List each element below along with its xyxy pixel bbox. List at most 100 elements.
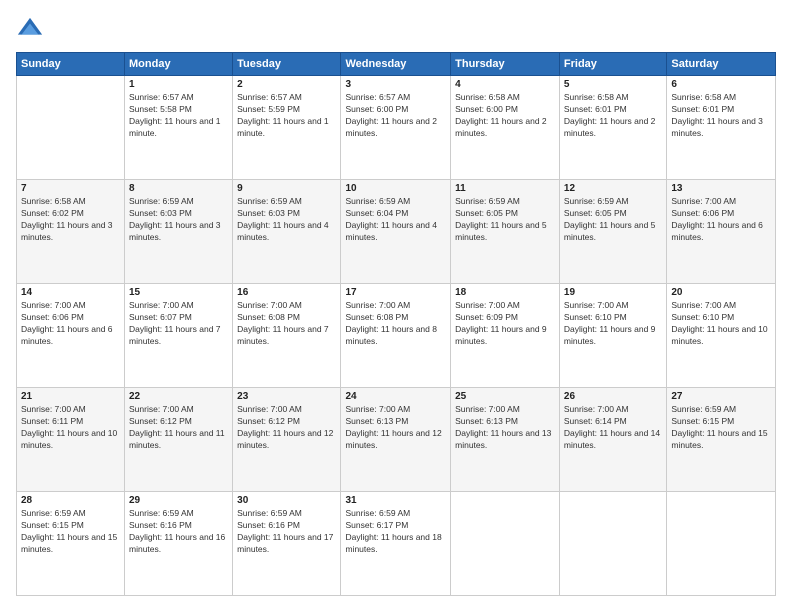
day-number: 19	[564, 287, 662, 298]
day-number: 8	[129, 183, 228, 194]
calendar-cell	[17, 76, 125, 180]
day-info: Sunrise: 7:00 AMSunset: 6:12 PMDaylight:…	[129, 404, 225, 450]
calendar-cell: 10Sunrise: 6:59 AMSunset: 6:04 PMDayligh…	[341, 180, 451, 284]
day-info: Sunrise: 6:58 AMSunset: 6:02 PMDaylight:…	[21, 196, 113, 242]
day-number: 14	[21, 287, 120, 298]
day-info: Sunrise: 7:00 AMSunset: 6:06 PMDaylight:…	[671, 196, 763, 242]
calendar-cell: 27 Sunrise: 6:59 AMSunset: 6:15 PMDayligh…	[667, 388, 776, 492]
calendar-cell: 17 Sunrise: 7:00 AMSunset: 6:08 PMDayligh…	[341, 284, 451, 388]
day-number: 13	[671, 183, 771, 194]
day-info: Sunrise: 7:00 AMSunset: 6:13 PMDaylight:…	[455, 404, 551, 450]
day-number: 2	[237, 79, 336, 90]
day-info: Sunrise: 6:58 AMSunset: 6:00 PMDaylight:…	[455, 92, 547, 138]
day-number: 12	[564, 183, 662, 194]
day-info: Sunrise: 7:00 AMSunset: 6:10 PMDaylight:…	[671, 300, 767, 346]
weekday-header-tuesday: Tuesday	[233, 53, 341, 76]
weekday-header-monday: Monday	[125, 53, 233, 76]
week-row-4: 21Sunrise: 7:00 AMSunset: 6:11 PMDayligh…	[17, 388, 776, 492]
day-info: Sunrise: 7:00 AMSunset: 6:14 PMDaylight:…	[564, 404, 660, 450]
calendar-cell: 16 Sunrise: 7:00 AMSunset: 6:08 PMDayligh…	[233, 284, 341, 388]
day-number: 11	[455, 183, 555, 194]
week-row-5: 28 Sunrise: 6:59 AMSunset: 6:15 PMDayligh…	[17, 492, 776, 596]
logo	[16, 16, 48, 44]
week-row-3: 14 Sunrise: 7:00 AMSunset: 6:06 PMDayligh…	[17, 284, 776, 388]
day-number: 26	[564, 391, 662, 402]
day-number: 4	[455, 79, 555, 90]
calendar-cell	[667, 492, 776, 596]
day-number: 3	[345, 79, 446, 90]
day-number: 18	[455, 287, 555, 298]
day-info: Sunrise: 6:57 AMSunset: 6:00 PMDaylight:…	[345, 92, 437, 138]
calendar-cell: 18Sunrise: 7:00 AMSunset: 6:09 PMDayligh…	[451, 284, 560, 388]
day-number: 21	[21, 391, 120, 402]
calendar-cell: 7 Sunrise: 6:58 AMSunset: 6:02 PMDaylight…	[17, 180, 125, 284]
day-number: 5	[564, 79, 662, 90]
day-number: 23	[237, 391, 336, 402]
day-number: 1	[129, 79, 228, 90]
calendar-cell: 4 Sunrise: 6:58 AMSunset: 6:00 PMDaylight…	[451, 76, 560, 180]
logo-icon	[16, 16, 44, 44]
calendar-cell: 25Sunrise: 7:00 AMSunset: 6:13 PMDayligh…	[451, 388, 560, 492]
calendar-cell: 20 Sunrise: 7:00 AMSunset: 6:10 PMDayligh…	[667, 284, 776, 388]
calendar-table: SundayMondayTuesdayWednesdayThursdayFrid…	[16, 52, 776, 596]
calendar-cell: 14 Sunrise: 7:00 AMSunset: 6:06 PMDayligh…	[17, 284, 125, 388]
day-info: Sunrise: 6:59 AMSunset: 6:15 PMDaylight:…	[21, 508, 117, 554]
day-info: Sunrise: 6:59 AMSunset: 6:16 PMDaylight:…	[129, 508, 225, 554]
day-info: Sunrise: 6:57 AMSunset: 5:59 PMDaylight:…	[237, 92, 329, 138]
calendar-cell: 31Sunrise: 6:59 AMSunset: 6:17 PMDayligh…	[341, 492, 451, 596]
day-number: 22	[129, 391, 228, 402]
day-info: Sunrise: 6:58 AMSunset: 6:01 PMDaylight:…	[671, 92, 763, 138]
day-number: 9	[237, 183, 336, 194]
calendar-cell: 15 Sunrise: 7:00 AMSunset: 6:07 PMDayligh…	[125, 284, 233, 388]
day-number: 31	[345, 495, 446, 506]
calendar-cell: 26 Sunrise: 7:00 AMSunset: 6:14 PMDayligh…	[559, 388, 666, 492]
weekday-header-thursday: Thursday	[451, 53, 560, 76]
calendar-cell: 28 Sunrise: 6:59 AMSunset: 6:15 PMDayligh…	[17, 492, 125, 596]
weekday-header-sunday: Sunday	[17, 53, 125, 76]
day-number: 16	[237, 287, 336, 298]
day-number: 28	[21, 495, 120, 506]
calendar-cell: 30 Sunrise: 6:59 AMSunset: 6:16 PMDayligh…	[233, 492, 341, 596]
weekday-header-row: SundayMondayTuesdayWednesdayThursdayFrid…	[17, 53, 776, 76]
header	[16, 16, 776, 44]
day-info: Sunrise: 6:59 AMSunset: 6:05 PMDaylight:…	[455, 196, 547, 242]
day-info: Sunrise: 6:59 AMSunset: 6:05 PMDaylight:…	[564, 196, 656, 242]
day-number: 6	[671, 79, 771, 90]
day-info: Sunrise: 6:57 AMSunset: 5:58 PMDaylight:…	[129, 92, 221, 138]
calendar-cell: 12 Sunrise: 6:59 AMSunset: 6:05 PMDayligh…	[559, 180, 666, 284]
calendar-cell: 13 Sunrise: 7:00 AMSunset: 6:06 PMDayligh…	[667, 180, 776, 284]
day-info: Sunrise: 7:00 AMSunset: 6:10 PMDaylight:…	[564, 300, 656, 346]
week-row-2: 7 Sunrise: 6:58 AMSunset: 6:02 PMDaylight…	[17, 180, 776, 284]
day-info: Sunrise: 6:59 AMSunset: 6:03 PMDaylight:…	[237, 196, 329, 242]
weekday-header-wednesday: Wednesday	[341, 53, 451, 76]
day-info: Sunrise: 6:59 AMSunset: 6:15 PMDaylight:…	[671, 404, 767, 450]
day-info: Sunrise: 7:00 AMSunset: 6:13 PMDaylight:…	[345, 404, 441, 450]
day-info: Sunrise: 7:00 AMSunset: 6:06 PMDaylight:…	[21, 300, 113, 346]
day-number: 30	[237, 495, 336, 506]
day-info: Sunrise: 6:58 AMSunset: 6:01 PMDaylight:…	[564, 92, 656, 138]
page: SundayMondayTuesdayWednesdayThursdayFrid…	[0, 0, 792, 612]
day-info: Sunrise: 7:00 AMSunset: 6:08 PMDaylight:…	[237, 300, 329, 346]
day-info: Sunrise: 7:00 AMSunset: 6:07 PMDaylight:…	[129, 300, 221, 346]
weekday-header-saturday: Saturday	[667, 53, 776, 76]
calendar-cell: 1 Sunrise: 6:57 AMSunset: 5:58 PMDaylight…	[125, 76, 233, 180]
day-info: Sunrise: 7:00 AMSunset: 6:08 PMDaylight:…	[345, 300, 437, 346]
day-info: Sunrise: 7:00 AMSunset: 6:12 PMDaylight:…	[237, 404, 333, 450]
day-number: 17	[345, 287, 446, 298]
calendar-cell: 23 Sunrise: 7:00 AMSunset: 6:12 PMDayligh…	[233, 388, 341, 492]
calendar-cell: 8Sunrise: 6:59 AMSunset: 6:03 PMDaylight…	[125, 180, 233, 284]
day-info: Sunrise: 6:59 AMSunset: 6:16 PMDaylight:…	[237, 508, 333, 554]
calendar-cell: 3 Sunrise: 6:57 AMSunset: 6:00 PMDaylight…	[341, 76, 451, 180]
day-number: 7	[21, 183, 120, 194]
calendar-cell	[559, 492, 666, 596]
day-number: 20	[671, 287, 771, 298]
calendar-cell: 19 Sunrise: 7:00 AMSunset: 6:10 PMDayligh…	[559, 284, 666, 388]
day-info: Sunrise: 6:59 AMSunset: 6:04 PMDaylight:…	[345, 196, 437, 242]
day-number: 27	[671, 391, 771, 402]
calendar-cell: 2 Sunrise: 6:57 AMSunset: 5:59 PMDaylight…	[233, 76, 341, 180]
calendar-cell: 21Sunrise: 7:00 AMSunset: 6:11 PMDayligh…	[17, 388, 125, 492]
week-row-1: 1 Sunrise: 6:57 AMSunset: 5:58 PMDaylight…	[17, 76, 776, 180]
calendar-cell: 22 Sunrise: 7:00 AMSunset: 6:12 PMDayligh…	[125, 388, 233, 492]
day-number: 15	[129, 287, 228, 298]
weekday-header-friday: Friday	[559, 53, 666, 76]
